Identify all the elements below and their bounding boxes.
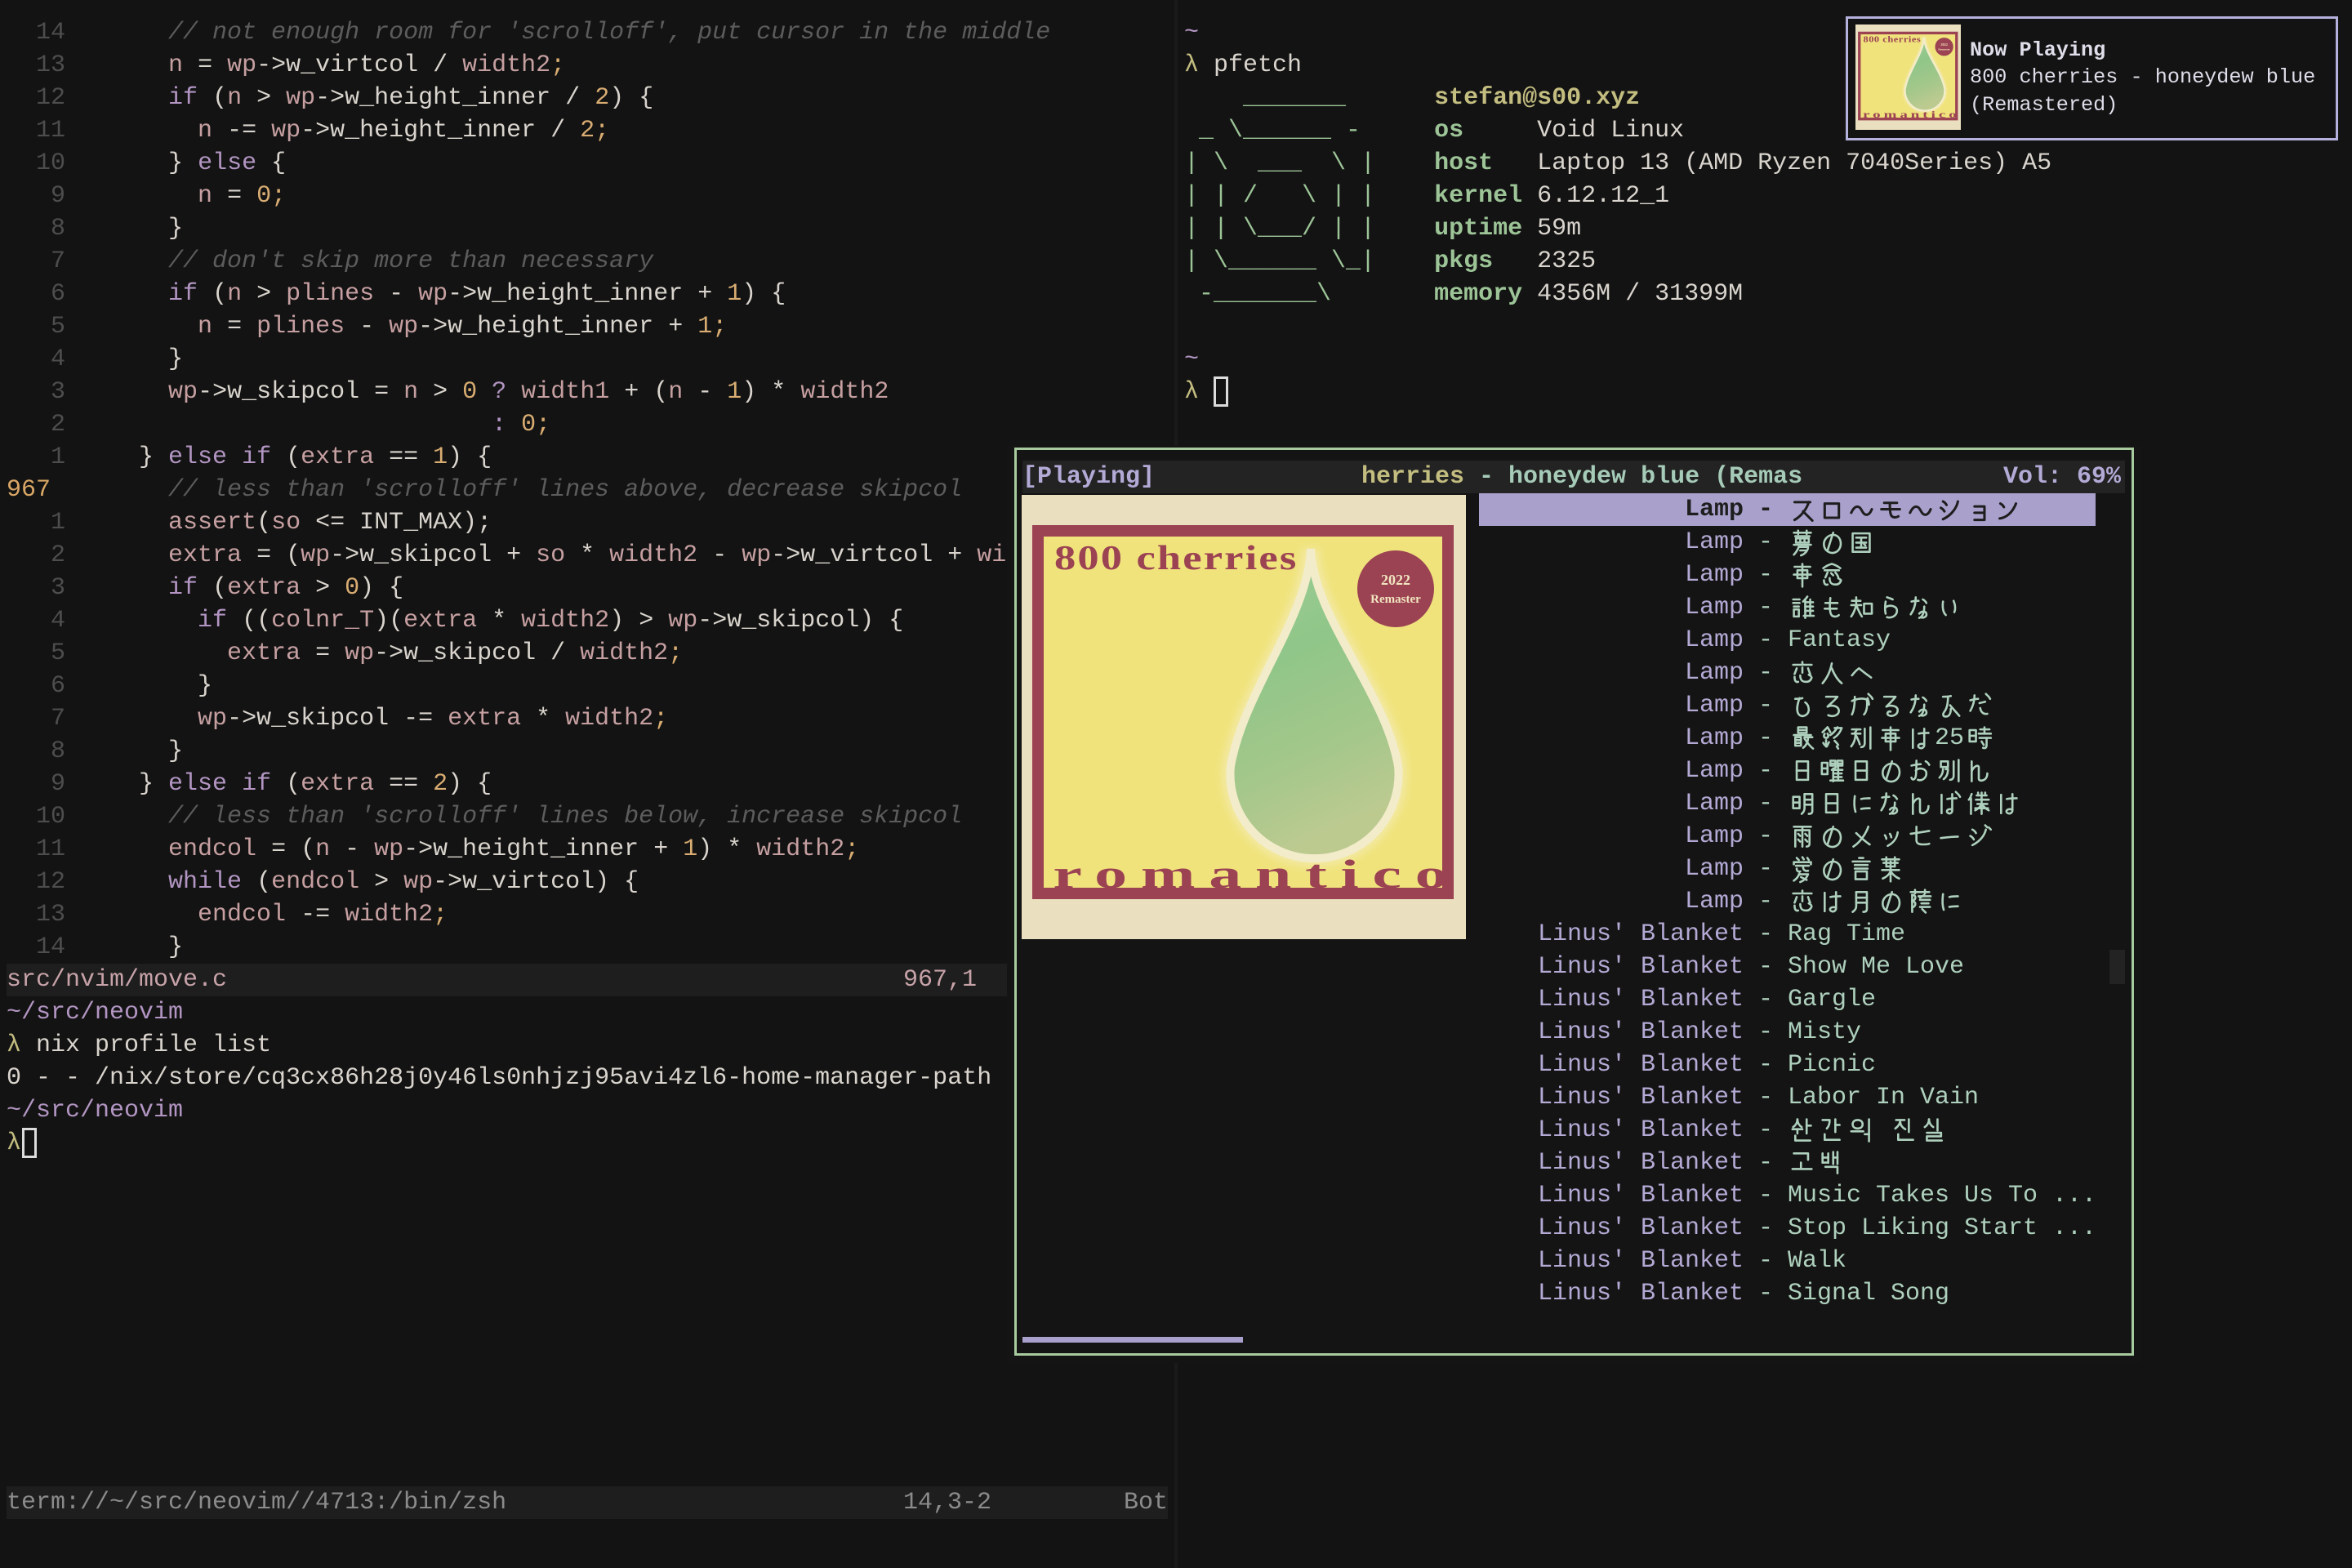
svg-text:Remaster: Remaster bbox=[1938, 47, 1950, 51]
svg-text:800 cherries: 800 cherries bbox=[1863, 36, 1921, 45]
svg-text:2022: 2022 bbox=[1940, 42, 1948, 47]
svg-text:800 cherries: 800 cherries bbox=[1054, 540, 1296, 577]
